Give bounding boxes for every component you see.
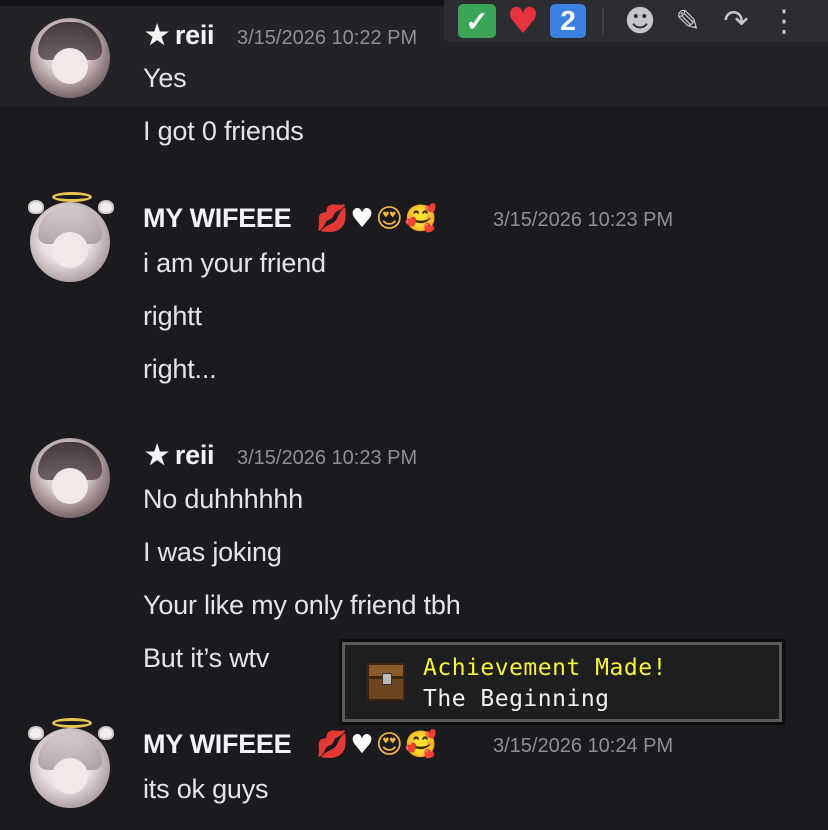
message-timestamp: 3/15/2026 10:23 PM [237,447,418,469]
message-timestamp: 3/15/2026 10:24 PM [493,735,674,757]
chat-view: ★ reii 3/15/2026 10:22 PM Yes I got 0 fri… [0,0,828,830]
wing-icon [98,726,114,740]
message-text: right... [143,354,217,384]
author-name-text: reii [174,440,215,470]
author-name[interactable]: MY WIFEEE [143,729,292,760]
white-heart-icon: ♥ [350,204,374,234]
kiss-mark-icon: 💋 [316,730,349,760]
author-name-text: reii [174,20,215,50]
heart-eyes-icon: 😍 [375,730,403,760]
avatar-reii[interactable] [30,438,110,518]
keycap-two-icon[interactable]: 2 [550,4,586,38]
avatar-reii[interactable] [30,18,110,98]
message-text: But it’s wtv [143,643,270,673]
author-name[interactable]: MY WIFEEE [143,203,292,234]
message-text: Your like my only friend tbh [143,590,461,620]
message-timestamp: 3/15/2026 10:23 PM [493,209,674,231]
avatar-my-wifeee[interactable] [30,728,110,808]
heart-icon[interactable]: ♥ [504,1,542,42]
check-icon[interactable]: ✓ [458,4,496,38]
achievement-toast: Achievement Made! The Beginning [342,642,782,722]
white-heart-icon: ♥ [350,730,374,760]
message-timestamp: 3/15/2026 10:22 PM [237,27,418,49]
toast-subtitle: The Beginning [423,686,610,712]
star-icon: ★ [145,440,169,470]
add-reaction-icon[interactable]: ☻ [620,1,660,41]
more-icon[interactable]: ⋮ [764,1,804,41]
avatar-my-wifeee[interactable] [30,202,110,282]
message-text: No duhhhhhh [143,484,303,514]
message-hover-toolbar: ✓ ♥ 2 ☻ ✎ ↷ ⋮ [444,0,828,42]
message-text: I was joking [143,537,282,567]
toast-title: Achievement Made! [423,655,667,681]
author-name[interactable]: ★ reii [145,20,215,51]
smiling-hearts-icon: 🥰 [404,204,438,234]
chest-icon [367,663,405,701]
message-text: rightt [143,301,202,331]
star-icon: ★ [145,20,169,50]
author-emojis: 💋 ♥ 😍 🥰 [316,203,437,235]
forward-icon[interactable]: ↷ [716,1,756,41]
smiling-hearts-icon: 🥰 [404,730,438,760]
message-text: I got 0 friends [143,116,304,146]
toolbar-divider [602,7,604,35]
edit-icon[interactable]: ✎ [668,1,708,41]
wing-icon [98,200,114,214]
halo-icon [52,718,92,728]
message-text: its ok guys [143,774,269,804]
author-emojis: 💋 ♥ 😍 🥰 [316,729,437,761]
message-text: i am your friend [143,248,326,278]
message-text: Yes [143,63,187,93]
author-name[interactable]: ★ reii [145,440,215,471]
kiss-mark-icon: 💋 [316,204,349,234]
halo-icon [52,192,92,202]
heart-eyes-icon: 😍 [375,204,403,234]
